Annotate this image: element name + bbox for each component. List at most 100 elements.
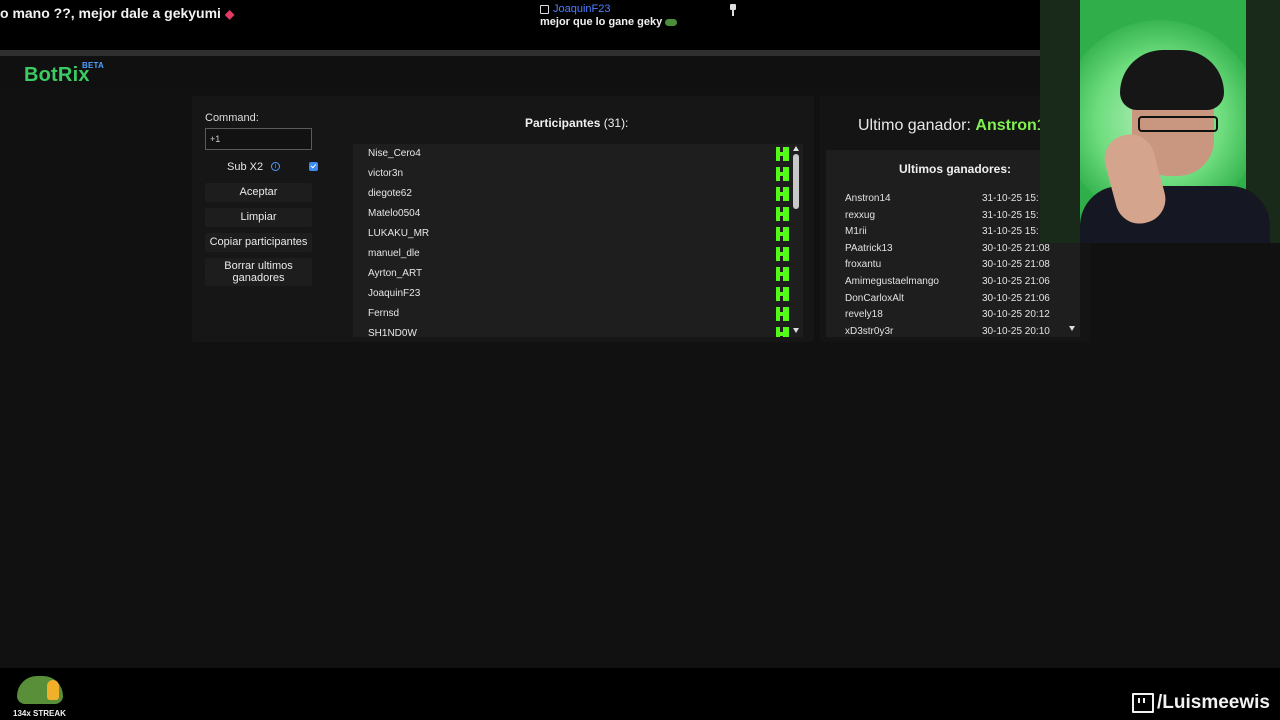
winner-date: 30-10-25 20:12 [982, 309, 1050, 321]
participant-name: diegote62 [368, 188, 412, 199]
flame-icon [47, 680, 59, 700]
winner-name: xD3str0y3r [845, 325, 894, 337]
borrar-line2: ganadores [232, 272, 285, 284]
sub-x2-label: Sub X2 [227, 161, 264, 173]
aceptar-button[interactable]: Aceptar [205, 183, 312, 202]
webcam-overlay [1040, 0, 1280, 243]
winner-name: PAatrick13 [845, 242, 893, 254]
scroll-up-arrow-icon[interactable] [793, 146, 799, 151]
participants-list[interactable]: Nise_Cero4 victor3n diegote62 Matelo0504 LUK… [353, 144, 803, 337]
winner-row: PAatrick13 30-10-25 21:08 [845, 243, 1065, 259]
twitch-handle: /Luismeewis [1130, 692, 1270, 714]
kick-icon [776, 267, 789, 281]
last-winner: Ultimo ganador: Anstron1 [858, 117, 1046, 135]
kick-icon [776, 167, 789, 181]
streamer-hair [1120, 50, 1224, 110]
winner-name: DonCarloxAlt [845, 292, 904, 304]
participant-row[interactable]: LUKAKU_MR [368, 224, 789, 244]
kick-icon [776, 147, 789, 161]
command-input[interactable] [205, 128, 312, 150]
winner-date: 30-10-25 20:10 [982, 325, 1050, 337]
participant-row[interactable]: victor3n [368, 164, 789, 184]
participant-name: Fernsd [368, 308, 400, 319]
kick-icon [776, 207, 789, 221]
limpiar-button[interactable]: Limpiar [205, 208, 312, 227]
participant-name: LUKAKU_MR [368, 228, 430, 239]
winner-name: froxantu [845, 259, 882, 271]
frog-emote-icon [665, 18, 678, 26]
last-winner-name: Anstron1 [975, 117, 1046, 134]
kick-icon [776, 247, 789, 261]
kick-icon [776, 327, 789, 337]
winner-row: xD3str0y3r 30-10-25 20:10 [845, 326, 1065, 342]
participant-name: victor3n [368, 168, 404, 179]
twitch-handle-text: /Luismeewis [1157, 692, 1270, 713]
kick-icon [776, 227, 789, 241]
bottom-bar [0, 668, 1280, 720]
chat-message-left-text: o mano ??, mejor dale a gekyumi [0, 5, 221, 21]
participant-row[interactable]: Ayrton_ART [368, 264, 789, 284]
participant-row[interactable]: Fernsd [368, 304, 789, 324]
borrar-ganadores-button[interactable]: Borrar ultimos ganadores [205, 258, 312, 286]
streamer-shirt [1080, 186, 1270, 243]
winner-row: M1rii 31-10-25 15: [845, 226, 1065, 242]
winner-name: Anstron14 [845, 193, 891, 204]
participant-row[interactable]: SH1ND0W [368, 324, 789, 337]
participant-row[interactable]: Nise_Cero4 [368, 144, 789, 164]
participant-row[interactable]: manuel_dle [368, 244, 789, 264]
winner-date: 30-10-25 21:06 [982, 276, 1050, 287]
winners-scroll-down-icon[interactable] [1069, 326, 1075, 331]
participants-title: Participantes (31): [525, 116, 628, 130]
winner-row: DonCarloxAlt 30-10-25 21:06 [845, 293, 1065, 309]
winner-row: rexxug 31-10-25 15: [845, 210, 1065, 226]
winners-title: Ultimos ganadores: [899, 162, 1012, 176]
pin-icon [729, 4, 737, 16]
kick-icon [776, 287, 789, 301]
sub-x2-checkbox[interactable] [309, 162, 318, 171]
participant-name: Ayrton_ART [368, 268, 423, 279]
kick-icon [776, 307, 789, 321]
last-winner-label: Ultimo ganador: [858, 117, 971, 134]
chat-username: JoaquinF23 [553, 3, 611, 15]
streamer-image [1080, 46, 1270, 243]
participant-name: Matelo0504 [368, 208, 421, 219]
winner-name: rexxug [845, 209, 876, 221]
participant-row[interactable]: Matelo0504 [368, 204, 789, 224]
chat-message-text: mejor que lo gane geky [540, 16, 663, 28]
command-label: Command: [205, 112, 259, 124]
winner-date: 30-10-25 21:08 [982, 259, 1050, 271]
winner-name: Amimegustaelmango [845, 276, 939, 287]
copiar-participantes-button[interactable]: Copiar participantes [205, 233, 312, 252]
winner-date: 31-10-25 15: [982, 209, 1039, 221]
participants-scrollbar[interactable] [792, 144, 800, 337]
scroll-down-arrow-icon[interactable] [793, 328, 799, 333]
sub-x2-row: Sub X2 i [205, 159, 319, 175]
info-icon[interactable]: i [271, 162, 280, 171]
winner-row: Anstron14 31-10-25 15: [845, 193, 1065, 209]
participant-name: Nise_Cero4 [368, 148, 421, 159]
kick-icon [776, 187, 789, 201]
emote-icon: ◆ [224, 7, 235, 21]
beta-badge: BETA [82, 61, 104, 70]
tree-silhouette-left [1040, 0, 1080, 243]
winner-name: M1rii [845, 226, 867, 238]
streak-label: 134x STREAK [13, 709, 66, 718]
participant-name: JoaquinF23 [368, 288, 421, 299]
chat-badge-icon [540, 4, 549, 14]
winner-name: revely18 [845, 309, 883, 321]
winner-row: Amimegustaelmango 30-10-25 21:06 [845, 276, 1065, 292]
borrar-line1: Borrar ultimos [224, 260, 293, 272]
winner-date: 31-10-25 15: [982, 193, 1039, 204]
winner-date: 30-10-25 21:06 [982, 292, 1050, 304]
winner-row: froxantu 30-10-25 21:08 [845, 259, 1065, 275]
pepe-streak-icon [13, 670, 67, 708]
participant-name: SH1ND0W [368, 328, 417, 337]
winner-date: 30-10-25 21:08 [982, 242, 1050, 254]
winner-date: 31-10-25 15: [982, 226, 1039, 238]
participant-row[interactable]: diegote62 [368, 184, 789, 204]
participants-count: (31): [603, 116, 629, 130]
scroll-thumb[interactable] [793, 154, 799, 209]
participant-row[interactable]: JoaquinF23 [368, 284, 789, 304]
logo-text: BotRix [24, 64, 90, 86]
botrix-logo[interactable]: BotRix BETA [24, 61, 104, 87]
